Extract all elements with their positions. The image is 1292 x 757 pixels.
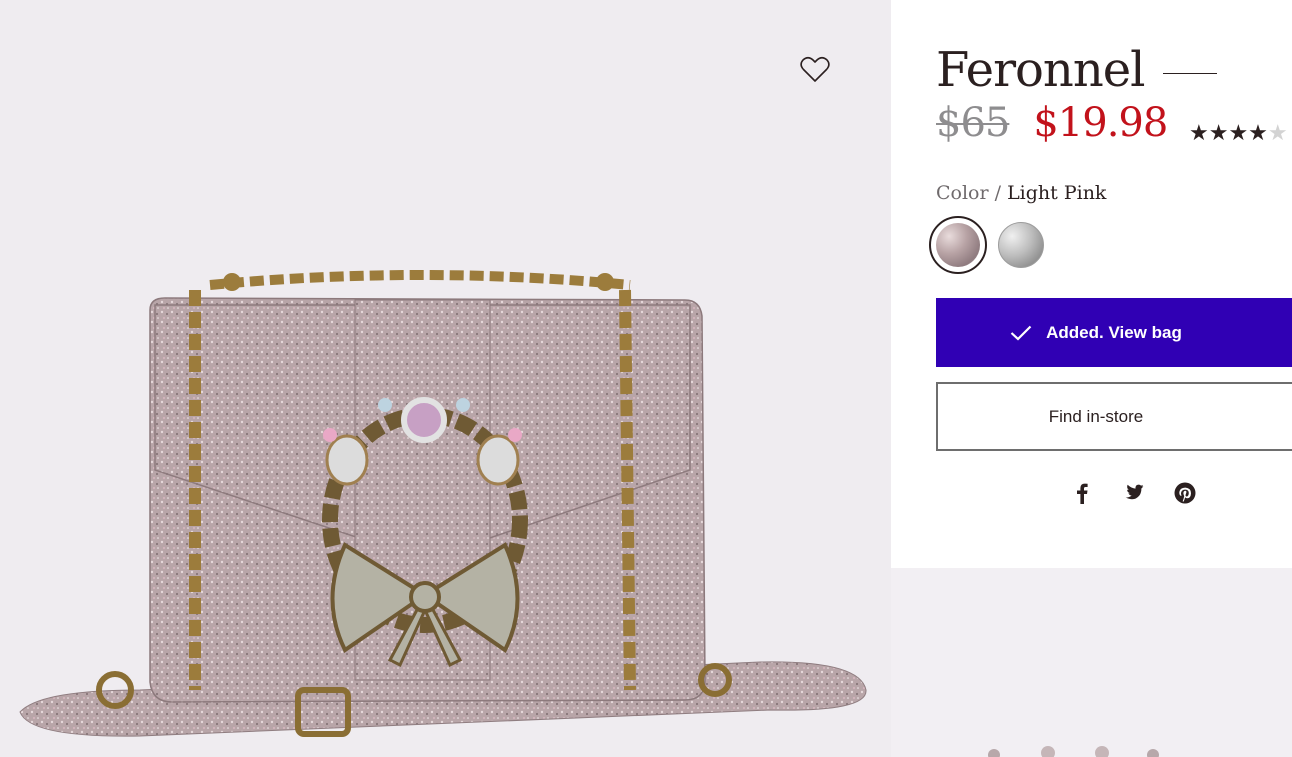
- price-original: $65: [936, 100, 1010, 146]
- heart-outline-icon: [800, 56, 830, 82]
- twitter-icon: [1125, 484, 1144, 500]
- color-label: Color /: [936, 182, 1002, 204]
- selected-color-name: Light Pink: [1007, 182, 1107, 204]
- wishlist-button[interactable]: [798, 53, 832, 85]
- secondary-image-strip: [891, 568, 1292, 757]
- color-selector-label: Color / Light Pink: [936, 182, 1106, 204]
- pinterest-share[interactable]: [1172, 480, 1198, 506]
- secondary-product-image[interactable]: [891, 568, 1292, 757]
- product-image-gallery: [0, 0, 891, 757]
- swatch-light-pink[interactable]: [929, 216, 987, 274]
- product-info-panel: Feronnel $65 $19.98 ★★★★★ Color / Light …: [891, 0, 1292, 568]
- find-in-store-label: Find in-store: [1048, 406, 1144, 426]
- swatch-light-pink-fill: [936, 223, 980, 267]
- title-row: Feronnel: [936, 42, 1217, 98]
- view-bag-label: Added. View bag: [1046, 322, 1182, 342]
- view-bag-button[interactable]: Added. View bag: [936, 298, 1292, 367]
- checkmark-icon: [1010, 325, 1032, 341]
- facebook-share[interactable]: [1071, 480, 1093, 506]
- swatch-silver[interactable]: [998, 222, 1044, 268]
- price-row: $65 $19.98: [936, 100, 1168, 146]
- title-divider: [1162, 72, 1217, 74]
- product-title: Feronnel: [936, 42, 1146, 98]
- price-sale: $19.98: [1033, 100, 1168, 146]
- rating-filled-stars: ★★★★: [1189, 120, 1268, 145]
- rating-empty-star: ★: [1267, 120, 1288, 145]
- pinterest-icon: [1174, 482, 1196, 504]
- star-rating[interactable]: ★★★★★: [1189, 120, 1288, 146]
- product-image[interactable]: [0, 0, 891, 757]
- twitter-share[interactable]: [1120, 480, 1146, 506]
- facebook-icon: [1077, 483, 1088, 504]
- find-in-store-button[interactable]: Find in-store: [936, 382, 1292, 451]
